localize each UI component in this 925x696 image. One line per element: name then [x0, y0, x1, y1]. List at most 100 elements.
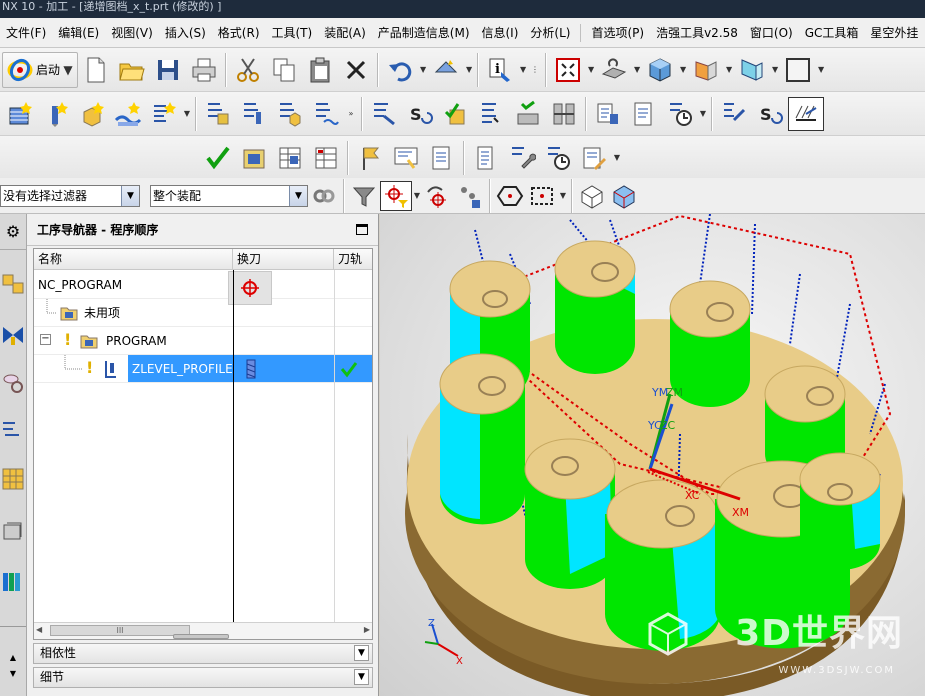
replay-path-button[interactable]: S — [752, 96, 788, 132]
menu-pmi[interactable]: 产品制造信息(M) — [372, 18, 476, 48]
create-geometry-button[interactable] — [74, 96, 110, 132]
tree-row-unused-items[interactable]: 未用项 — [34, 299, 372, 327]
rectangle-select-button[interactable] — [526, 178, 558, 214]
menu-window[interactable]: 窗口(O) — [744, 18, 799, 48]
polygon-select-button[interactable] — [494, 178, 526, 214]
type-filter-dropdown[interactable]: 没有选择过滤器 ▼ — [0, 184, 140, 207]
resource-tab-feature[interactable] — [0, 410, 26, 448]
verify-toolpath-button[interactable] — [438, 96, 474, 132]
chevron-down-icon[interactable]: ▼ — [698, 109, 708, 118]
details-panel-header[interactable]: 细节 ▼ — [33, 667, 373, 688]
resource-tab-operation-navigator[interactable] — [0, 316, 26, 354]
menu-preferences[interactable]: 首选项(P) — [585, 18, 650, 48]
postprocess-button[interactable] — [546, 96, 582, 132]
cube-view-button[interactable] — [608, 178, 640, 214]
chevron-down-icon[interactable]: ▼ — [724, 65, 734, 74]
chevron-down-icon[interactable]: ▼ — [558, 191, 568, 200]
simulate-machine-button[interactable] — [510, 96, 546, 132]
resource-tab-roles[interactable] — [0, 562, 26, 600]
fit-view-button[interactable] — [550, 52, 586, 88]
object-time-button[interactable] — [540, 140, 576, 176]
render-style-button[interactable] — [642, 52, 678, 88]
section-view-button[interactable] — [688, 52, 724, 88]
create-tool-button[interactable] — [38, 96, 74, 132]
toolpath-fill-button[interactable] — [788, 96, 824, 131]
paste-button[interactable] — [302, 52, 338, 88]
maximize-icon[interactable] — [356, 224, 368, 235]
feature-report-button[interactable] — [424, 140, 460, 176]
library-table-button[interactable] — [308, 140, 344, 176]
chevron-down-icon[interactable]: ▼ — [121, 185, 139, 206]
chevron-down-icon[interactable]: ▼ — [632, 65, 642, 74]
geometry-view-button[interactable] — [272, 96, 308, 132]
menu-view[interactable]: 视图(V) — [105, 18, 159, 48]
scroll-down-icon[interactable]: ▼ — [0, 666, 26, 680]
resource-bar-settings[interactable]: ⚙ — [0, 214, 26, 250]
create-method-button[interactable] — [110, 96, 146, 132]
chevron-down-icon[interactable]: ▼ — [412, 191, 422, 200]
object-tools-button[interactable] — [504, 140, 540, 176]
object-list-button[interactable] — [468, 140, 504, 176]
save-button[interactable] — [150, 52, 186, 88]
toolbar-overflow-icon[interactable]: » — [344, 109, 358, 118]
tree-row-zlevel-profile[interactable]: ! ZLEVEL_PROFILE — [34, 355, 372, 383]
background-color-button[interactable] — [780, 52, 816, 88]
chevron-down-icon[interactable]: ▼ — [464, 65, 474, 74]
resource-tab-reuse-library[interactable] — [0, 512, 26, 550]
resource-tab-machine[interactable] — [0, 364, 26, 402]
program-group-button[interactable] — [236, 140, 272, 176]
snap-point-button[interactable] — [380, 180, 412, 211]
selection-scope-dropdown[interactable]: 整个装配 ▼ — [150, 184, 308, 207]
chevron-down-icon[interactable]: ▼ — [770, 65, 780, 74]
verify-button[interactable] — [200, 140, 236, 176]
collapse-toggle[interactable]: − — [40, 334, 51, 345]
cut-button[interactable] — [230, 52, 266, 88]
display-toolpath-button[interactable] — [716, 96, 752, 132]
chevron-down-icon[interactable]: ▼ — [354, 645, 369, 661]
feeds-table-button[interactable] — [272, 140, 308, 176]
new-file-button[interactable] — [78, 52, 114, 88]
method-view-button[interactable] — [308, 96, 344, 132]
repeat-command-button[interactable] — [428, 52, 464, 88]
dependencies-panel-header[interactable]: 相依性 ▼ — [33, 643, 373, 664]
scroll-left-icon[interactable]: ◀ — [36, 625, 42, 634]
generate-toolpath-button[interactable] — [366, 96, 402, 132]
menu-tools[interactable]: 工具(T) — [266, 18, 319, 48]
undo-button[interactable] — [382, 52, 418, 88]
open-file-button[interactable] — [114, 52, 150, 88]
column-header-name[interactable]: 名称 — [34, 249, 233, 270]
print-button[interactable] — [186, 52, 222, 88]
chevron-down-icon[interactable]: ▼ — [354, 669, 369, 685]
menu-info[interactable]: 信息(I) — [476, 18, 525, 48]
scroll-right-icon[interactable]: ▶ — [364, 625, 370, 634]
clip-section-button[interactable] — [734, 52, 770, 88]
tree-row-program[interactable]: − ! PROGRAM — [34, 327, 372, 355]
replay-toolpath-button[interactable]: S — [402, 96, 438, 132]
machine-tool-view-button[interactable] — [236, 96, 272, 132]
menu-gc-toolbox[interactable]: GC工具箱 — [799, 18, 865, 48]
component-filter-button[interactable] — [308, 178, 340, 214]
chevron-down-icon[interactable]: ▼ — [289, 185, 307, 206]
machining-time-button[interactable] — [662, 96, 698, 132]
view-orientation-button[interactable] — [596, 52, 632, 88]
tree-row-nc-program[interactable]: NC_PROGRAM — [34, 271, 372, 305]
resource-tab-web-browser[interactable] — [0, 460, 26, 498]
splitter-handle[interactable] — [173, 634, 229, 639]
menu-file[interactable]: 文件(F) — [0, 18, 52, 48]
menu-format[interactable]: 格式(R) — [212, 18, 266, 48]
chevron-down-icon[interactable]: ▼ — [518, 65, 528, 74]
shop-documentation-button[interactable] — [590, 96, 626, 132]
scroll-thumb[interactable]: III — [50, 625, 190, 636]
show-hide-button[interactable] — [576, 178, 608, 214]
toolbar-overflow-icon[interactable]: ⋮ — [528, 65, 542, 74]
create-operation-button[interactable] — [146, 96, 182, 132]
column-header-path[interactable]: 刀轨 — [334, 249, 372, 270]
chevron-down-icon[interactable]: ▼ — [816, 65, 826, 74]
menu-edit[interactable]: 编辑(E) — [52, 18, 105, 48]
menu-analysis[interactable]: 分析(L) — [524, 18, 576, 48]
menu-xingkong-plugin[interactable]: 星空外挂 — [864, 18, 924, 48]
object-edit-button[interactable] — [576, 140, 612, 176]
chevron-down-icon[interactable]: ▼ — [182, 109, 192, 118]
program-order-view-button[interactable] — [200, 96, 236, 132]
copy-button[interactable] — [266, 52, 302, 88]
